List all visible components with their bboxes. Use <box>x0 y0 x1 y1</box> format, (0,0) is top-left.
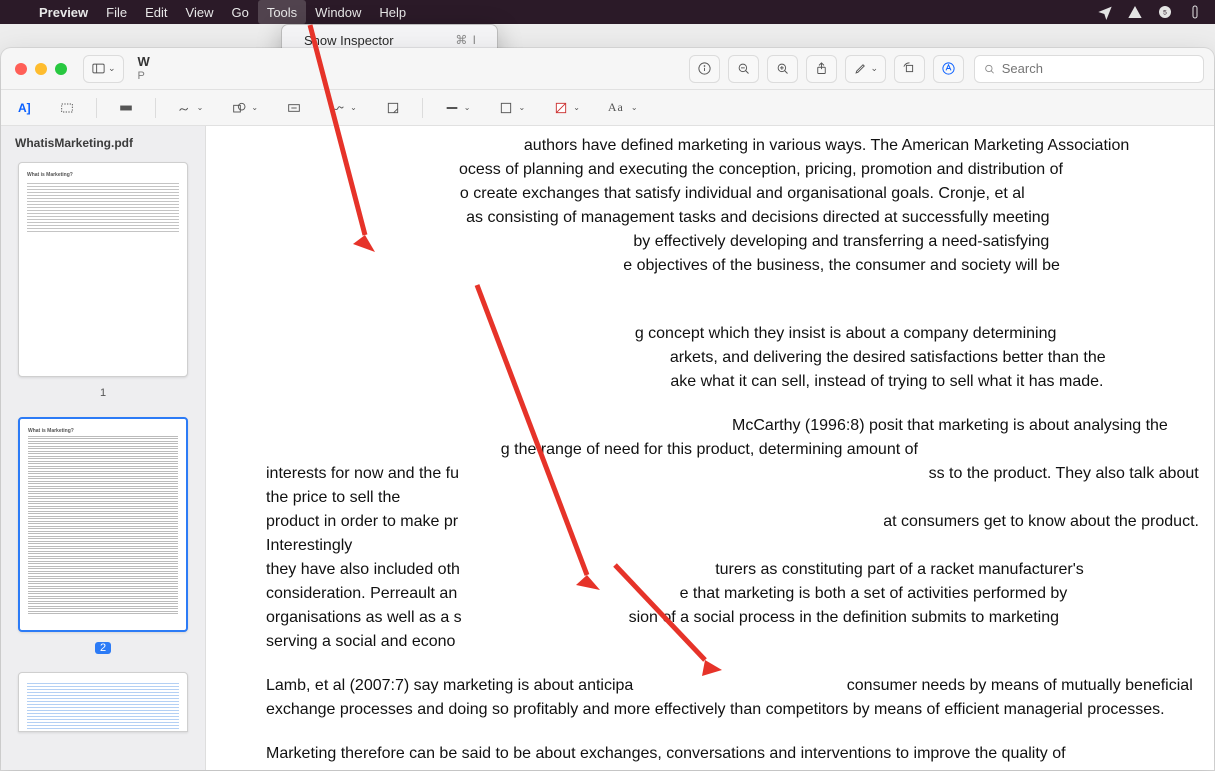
text-style[interactable]: Aa⌄ <box>601 95 645 121</box>
apple-menu[interactable] <box>12 0 30 24</box>
preview-window: ⌄ W P ⌄ A​] ⌄ ⌄ ⌄ ⌄ ⌄ <box>1 48 1214 770</box>
doc-subtitle: P <box>138 69 150 83</box>
info-button[interactable] <box>689 55 720 83</box>
window-menu[interactable]: Window <box>306 0 370 24</box>
fill-color[interactable]: ⌄ <box>546 95 587 121</box>
view-menu[interactable]: View <box>177 0 223 24</box>
maximize-button[interactable] <box>55 63 67 75</box>
help-menu[interactable]: Help <box>370 0 415 24</box>
thumbnail-3[interactable] <box>18 672 188 732</box>
svg-text:5: 5 <box>1163 10 1167 17</box>
file-menu[interactable]: File <box>97 0 136 24</box>
text-tool[interactable] <box>279 95 309 121</box>
circle-icon[interactable]: 5 <box>1157 4 1173 20</box>
sidebar-toggle[interactable]: ⌄ <box>83 55 124 83</box>
go-menu[interactable]: Go <box>222 0 257 24</box>
titlebar: ⌄ W P ⌄ <box>1 48 1214 90</box>
window-controls <box>15 63 67 75</box>
sign-tool[interactable]: ⌄ <box>323 95 364 121</box>
close-button[interactable] <box>15 63 27 75</box>
markup-toolbar: A​] ⌄ ⌄ ⌄ ⌄ ⌄ ⌄ Aa⌄ <box>1 90 1214 126</box>
border-style[interactable]: ⌄ <box>437 95 478 121</box>
redact-tool[interactable] <box>111 95 141 121</box>
page-number-1: 1 <box>15 387 191 399</box>
search-box[interactable] <box>974 55 1204 83</box>
markup-button[interactable] <box>933 55 964 83</box>
doc-title: W <box>138 55 150 69</box>
tools-menu-button[interactable]: Tools <box>258 0 306 24</box>
minimize-button[interactable] <box>35 63 47 75</box>
triangle-icon[interactable] <box>1127 4 1143 20</box>
menubar-extras: 5 <box>1097 4 1203 20</box>
document-content[interactable]: What is marketing? Several well knoautho… <box>206 126 1214 770</box>
search-icon <box>983 62 996 76</box>
thumbnail-2[interactable]: What is Marketing? <box>18 417 188 632</box>
thumbnail-sidebar: WhatisMarketing.pdf What is Marketing? 1… <box>1 126 206 770</box>
sketch-tool[interactable]: ⌄ <box>170 95 211 121</box>
rotate-button[interactable] <box>894 55 925 83</box>
sidebar-filename: WhatisMarketing.pdf <box>15 136 191 150</box>
border-color[interactable]: ⌄ <box>491 95 532 121</box>
attachment-icon[interactable] <box>1187 4 1203 20</box>
window-body: WhatisMarketing.pdf What is Marketing? 1… <box>1 126 1214 770</box>
thumbnail-1[interactable]: What is Marketing? <box>18 162 188 377</box>
app-menu[interactable]: Preview <box>30 0 97 24</box>
note-tool[interactable] <box>378 95 408 121</box>
page-number-2: 2 <box>15 642 191 654</box>
share-button[interactable] <box>806 55 837 83</box>
zoom-out-button[interactable] <box>728 55 759 83</box>
search-input[interactable] <box>1002 61 1195 76</box>
text-selection-tool[interactable]: A​] <box>11 95 38 121</box>
rect-selection-tool[interactable] <box>52 95 82 121</box>
title-area: W P <box>134 55 150 83</box>
plane-icon[interactable] <box>1097 4 1113 20</box>
highlight-button[interactable]: ⌄ <box>845 55 886 83</box>
shapes-tool[interactable]: ⌄ <box>224 95 265 121</box>
menubar: Preview File Edit View Go Tools Window H… <box>0 0 1215 24</box>
edit-menu[interactable]: Edit <box>136 0 176 24</box>
zoom-in-button[interactable] <box>767 55 798 83</box>
